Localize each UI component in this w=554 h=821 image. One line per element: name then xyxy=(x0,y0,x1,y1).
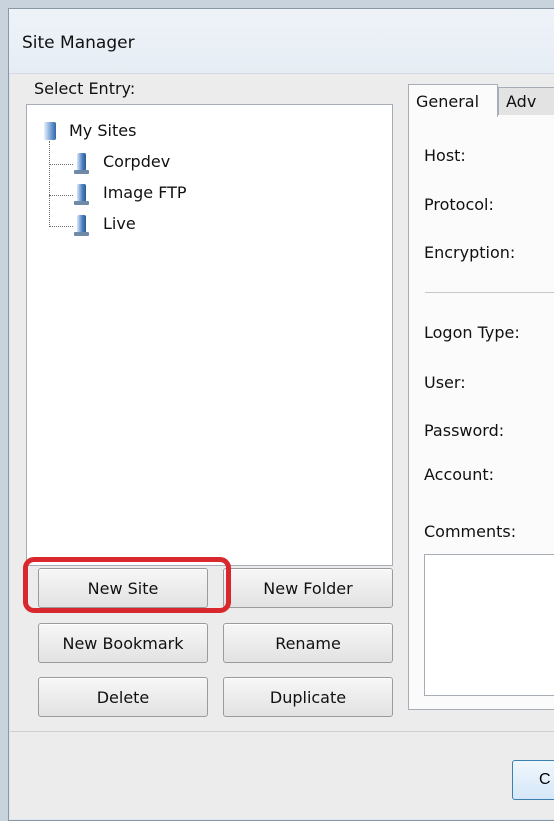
server-icon xyxy=(74,184,89,205)
tree-connector xyxy=(49,164,73,165)
footer-separator xyxy=(10,731,554,732)
tree-item-corpdev[interactable]: Corpdev xyxy=(103,152,170,171)
protocol-label: Protocol: xyxy=(424,195,494,214)
user-label: User: xyxy=(424,373,466,392)
server-icon xyxy=(74,153,89,174)
comments-label: Comments: xyxy=(424,522,517,541)
account-label: Account: xyxy=(424,465,494,484)
new-bookmark-button[interactable]: New Bookmark xyxy=(38,623,208,663)
duplicate-button[interactable]: Duplicate xyxy=(223,677,393,717)
folder-icon xyxy=(44,122,56,140)
select-entry-label: Select Entry: xyxy=(34,79,136,98)
password-label: Password: xyxy=(424,421,505,440)
window-title: Site Manager xyxy=(22,33,135,53)
tree-item-live[interactable]: Live xyxy=(103,214,136,233)
tree-connector xyxy=(49,195,73,196)
logon-type-label: Logon Type: xyxy=(424,323,520,342)
panel-separator xyxy=(425,292,554,293)
rename-button[interactable]: Rename xyxy=(223,623,393,663)
connect-button[interactable]: C xyxy=(512,760,554,800)
title-bar[interactable]: Site Manager xyxy=(9,9,554,74)
site-tree[interactable]: My Sites Corpdev Image FTP Live xyxy=(26,104,393,566)
server-icon xyxy=(74,215,89,236)
tree-item-image-ftp[interactable]: Image FTP xyxy=(103,183,187,202)
new-site-highlight xyxy=(23,557,231,613)
encryption-label: Encryption: xyxy=(424,243,516,262)
host-label: Host: xyxy=(424,146,466,165)
tree-connector xyxy=(49,141,50,227)
new-folder-button[interactable]: New Folder xyxy=(223,568,393,608)
tab-advanced[interactable]: Adv xyxy=(498,87,554,115)
tab-general[interactable]: General xyxy=(408,84,498,117)
comments-textarea[interactable] xyxy=(424,554,554,696)
delete-button[interactable]: Delete xyxy=(38,677,208,717)
tree-connector xyxy=(49,226,73,227)
tree-item-my-sites[interactable]: My Sites xyxy=(69,121,136,140)
